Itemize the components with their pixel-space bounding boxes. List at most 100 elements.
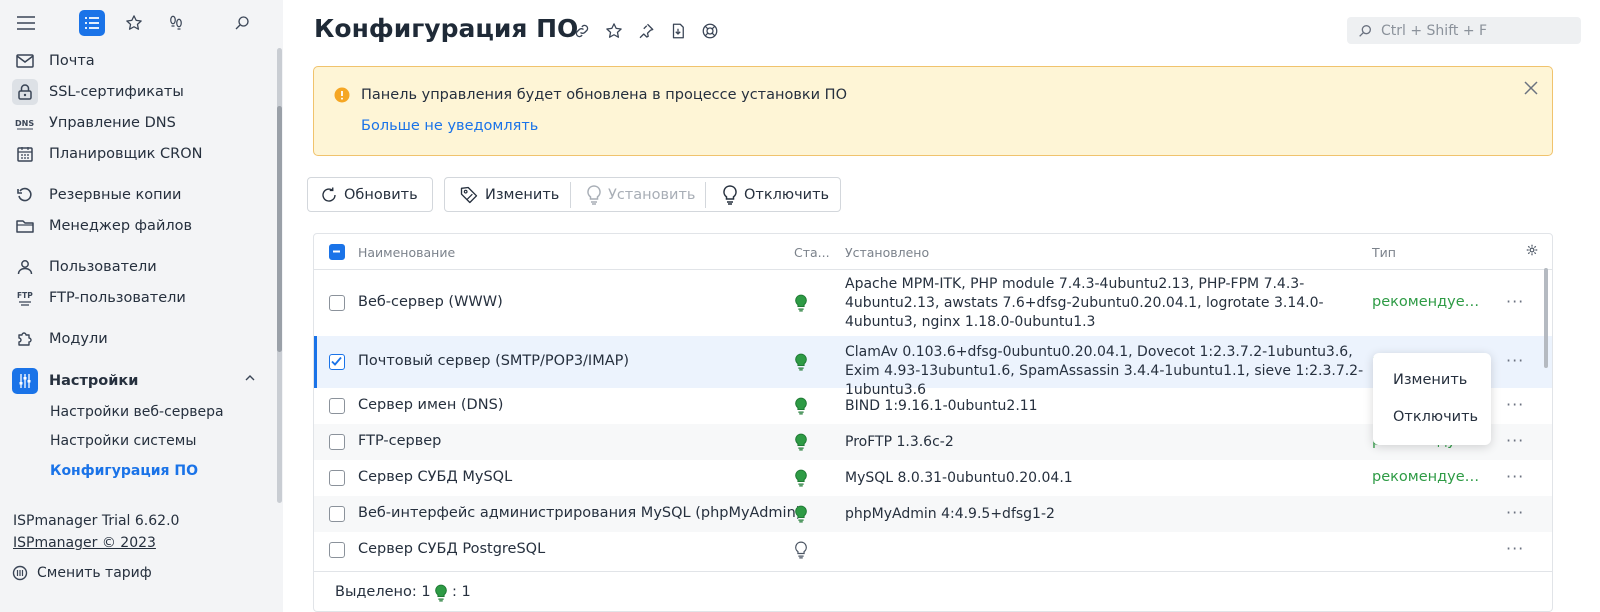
sidebar-subitem-system-settings[interactable]: Настройки системы <box>50 433 196 449</box>
user-icon <box>12 254 38 280</box>
context-disable-item[interactable]: Отключить <box>1393 409 1478 425</box>
pin-icon[interactable] <box>635 20 657 42</box>
row-name: Почтовый сервер (SMTP/POP3/IMAP) <box>358 353 630 369</box>
sidebar-item-label: Резервные копии <box>49 187 182 203</box>
star-icon[interactable] <box>121 10 147 36</box>
footsteps-icon[interactable] <box>163 10 189 36</box>
edit-button[interactable]: Изменить <box>459 178 559 211</box>
sidebar-scrollbar[interactable] <box>277 48 282 503</box>
row-installed: BIND 1:9.16.1-0ubuntu2.11 <box>845 398 1038 414</box>
row-checkbox[interactable] <box>329 398 345 414</box>
edit-label: Изменить <box>485 186 560 203</box>
dont-notify-link[interactable]: Больше не уведомлять <box>361 118 538 134</box>
sidebar-item-dns[interactable]: DNS Управление DNS <box>12 109 267 137</box>
favorite-star-icon[interactable] <box>603 20 625 42</box>
svg-text:DNS: DNS <box>15 119 34 128</box>
row-name: Веб-интерфейс администрирования MySQL (p… <box>358 505 802 521</box>
table-scrollbar[interactable] <box>1544 268 1548 368</box>
table-row[interactable]: Сервер СУБД PostgreSQL ··· <box>314 532 1552 570</box>
sidebar-item-backups[interactable]: Резервные копии <box>12 181 267 209</box>
row-more-icon[interactable]: ··· <box>1506 503 1524 522</box>
sidebar-subitem-software-config[interactable]: Конфигурация ПО <box>50 463 198 479</box>
global-search[interactable] <box>1347 17 1581 44</box>
column-installed-header[interactable]: Установлено <box>845 245 929 260</box>
page-title: Конфигурация ПО <box>314 14 579 43</box>
row-more-icon[interactable]: ··· <box>1506 292 1524 311</box>
row-more-icon[interactable]: ··· <box>1506 431 1524 450</box>
table-row[interactable]: Веб-интерфейс администрирования MySQL (p… <box>314 496 1552 532</box>
sidebar-item-settings[interactable]: Настройки <box>12 367 267 395</box>
table-row[interactable]: Сервер СУБД MySQL MySQL 8.0.31-0ubuntu0.… <box>314 460 1552 496</box>
sidebar-item-label: Управление DNS <box>49 115 176 131</box>
sidebar-item-cron[interactable]: Планировщик CRON <box>12 140 267 168</box>
row-name: Сервер имен (DNS) <box>358 397 504 413</box>
bulb-off-icon <box>722 184 738 205</box>
copyright-link[interactable]: ISPmanager © 2023 <box>13 535 156 551</box>
sidebar-item-label: Менеджер файлов <box>49 218 193 234</box>
row-more-icon[interactable]: ··· <box>1506 467 1524 486</box>
table-footer: Выделено: 1 : 1 <box>314 571 1552 611</box>
search-input[interactable] <box>1379 21 1569 40</box>
help-lifebuoy-icon[interactable] <box>699 20 721 42</box>
refresh-button[interactable]: Обновить <box>307 177 433 212</box>
row-installed: Apache MPM-ITK, PHP module 7.4.3-4ubuntu… <box>845 276 1324 330</box>
chevron-up-icon[interactable] <box>245 375 255 381</box>
column-name-header[interactable]: Наименование <box>358 245 455 260</box>
row-checkbox[interactable] <box>329 506 345 522</box>
column-type-header[interactable]: Тип <box>1372 245 1396 260</box>
sidebar-item-users[interactable]: Пользователи <box>12 253 267 281</box>
table-row[interactable]: Веб-сервер (WWW) Apache MPM-ITK, PHP mod… <box>314 270 1552 336</box>
bulb-on-icon <box>794 353 808 371</box>
sidebar-item-modules[interactable]: Модули <box>12 325 267 353</box>
change-plan-link[interactable]: Сменить тариф <box>12 565 152 581</box>
row-checkbox[interactable] <box>329 470 345 486</box>
hamburger-menu-icon[interactable] <box>13 10 39 36</box>
row-more-icon[interactable]: ··· <box>1506 539 1524 558</box>
install-button[interactable]: Установить <box>586 178 695 211</box>
table-settings-gear-icon[interactable] <box>1526 244 1538 256</box>
sidebar-item-label: SSL-сертификаты <box>49 84 184 100</box>
sidebar-item-file-manager[interactable]: Менеджер файлов <box>12 212 267 240</box>
row-more-icon[interactable]: ··· <box>1506 395 1524 414</box>
bulb-on-icon <box>794 469 808 487</box>
bulb-on-icon <box>434 584 448 602</box>
row-name: Сервер СУБД PostgreSQL <box>358 541 546 557</box>
software-table: Наименование Ста... Установлено Тип Веб-… <box>313 233 1553 612</box>
sidebar-subitem-web-server-settings[interactable]: Настройки веб-сервера <box>50 404 224 420</box>
row-checkbox[interactable] <box>329 354 345 370</box>
link-icon[interactable] <box>571 20 593 42</box>
svg-text:FTP: FTP <box>17 291 33 300</box>
sidebar-item-ssl[interactable]: SSL-сертификаты <box>12 78 267 106</box>
row-checkbox[interactable] <box>329 434 345 450</box>
close-icon[interactable] <box>1520 77 1542 99</box>
bulb-icon <box>586 184 602 205</box>
search-icon[interactable] <box>229 10 255 36</box>
ftp-icon: FTP <box>12 285 38 311</box>
row-name: FTP-сервер <box>358 433 442 449</box>
select-all-checkbox[interactable] <box>329 244 345 260</box>
row-more-icon[interactable]: ··· <box>1506 351 1524 370</box>
table-row[interactable]: FTP-сервер ProFTP 1.3.6c-2 рекомендуем ·… <box>314 424 1552 460</box>
warning-icon <box>334 87 350 103</box>
disable-button[interactable]: Отключить <box>722 178 829 211</box>
refresh-icon <box>320 186 338 204</box>
sidebar-item-label: Почта <box>49 53 95 69</box>
sidebar-item-label: Пользователи <box>49 259 157 275</box>
table-row[interactable]: Сервер имен (DNS) BIND 1:9.16.1-0ubuntu2… <box>314 388 1552 424</box>
sidebar-toolbar <box>0 0 283 48</box>
lock-icon <box>12 79 38 105</box>
version-label: ISPmanager Trial 6.62.0 <box>13 513 180 529</box>
sidebar-item-label: FTP-пользователи <box>49 290 186 306</box>
sidebar: Почта SSL-сертификаты DNS Управление DNS… <box>0 0 283 612</box>
bulb-on-icon <box>794 505 808 523</box>
row-checkbox[interactable] <box>329 295 345 311</box>
export-icon[interactable] <box>667 20 689 42</box>
list-view-icon[interactable] <box>79 10 105 36</box>
sidebar-item-ftp-users[interactable]: FTP FTP-пользователи <box>12 284 267 312</box>
table-row[interactable]: Почтовый сервер (SMTP/POP3/IMAP) ClamAv … <box>314 336 1552 398</box>
sidebar-item-mail[interactable]: Почта <box>12 47 267 75</box>
column-status-header[interactable]: Ста... <box>794 245 830 260</box>
context-edit-item[interactable]: Изменить <box>1393 372 1467 388</box>
sidebar-item-label: Планировщик CRON <box>49 146 203 162</box>
row-checkbox[interactable] <box>329 542 345 558</box>
